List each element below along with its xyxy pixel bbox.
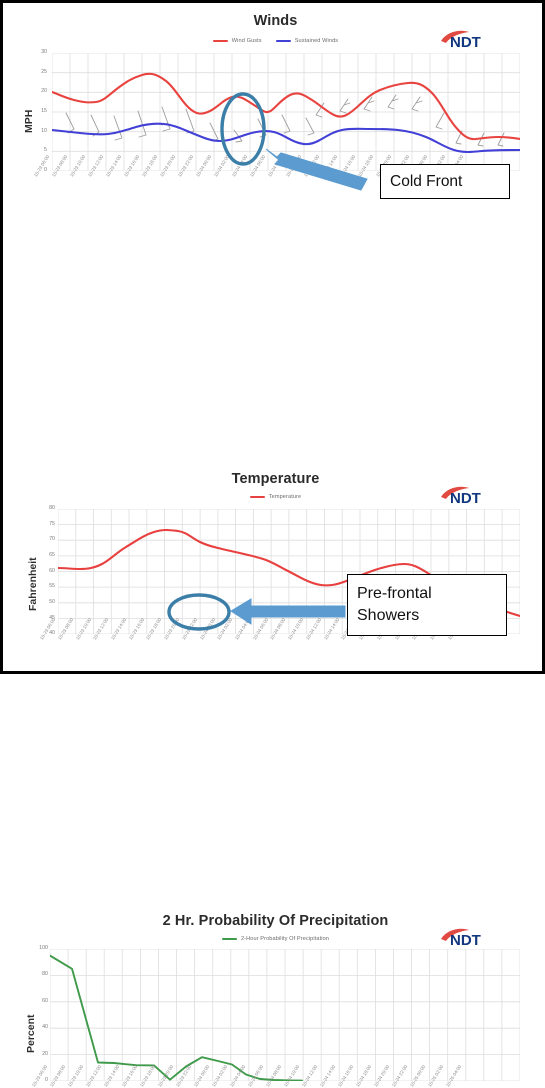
- slide-frame: Winds Wind Gusts Sustained Winds NDT MPH: [0, 0, 545, 1088]
- temperature-chart-panel: Temperature Temperature NDT Fahrenheit 8…: [3, 233, 545, 641]
- winds-ytick-25: 25: [41, 69, 47, 75]
- legend-item-sustained-winds: Sustained Winds: [275, 38, 339, 44]
- precip-xtick-0: 10-23 06:00: [31, 1064, 49, 1088]
- ndt-logo-precipitation: NDT: [441, 928, 481, 949]
- svg-text:NDT: NDT: [450, 34, 481, 51]
- ndt-logo-winds: NDT: [441, 30, 481, 51]
- legend-swatch-sustained-winds: [275, 39, 291, 43]
- legend-label-sustained-winds: Sustained Winds: [294, 38, 339, 44]
- precip-ytick-20: 20: [42, 1051, 48, 1057]
- precip-ytick-60: 60: [42, 998, 48, 1004]
- pre-frontal-showers-annotation-line-2: Showers: [357, 607, 420, 624]
- winds-plot-area: [52, 53, 520, 171]
- pre-frontal-showers-annotation-line-1: Pre-frontal: [357, 585, 432, 603]
- winds-chart-title: Winds: [253, 13, 298, 29]
- svg-text:NDT: NDT: [450, 932, 481, 949]
- legend-swatch-wind-gusts: [212, 39, 228, 43]
- winds-xtick-0: 10-23 06:00: [33, 154, 51, 178]
- legend-label-wind-gusts: Wind Gusts: [231, 38, 262, 44]
- legend-item-wind-gusts: Wind Gusts: [212, 38, 262, 44]
- winds-ytick-30: 30: [41, 49, 47, 55]
- precip-ytick-100: 100: [39, 945, 48, 951]
- precipitation-chart-panel: 2 Hr. Probability Of Precipitation 2-Hou…: [3, 455, 545, 1088]
- precipitation-plot-area: [50, 949, 520, 1081]
- cold-front-annotation-text: Cold Front: [390, 172, 463, 190]
- winds-ytick-15: 15: [41, 108, 47, 114]
- precipitation-y-axis-title: Percent: [25, 1014, 37, 1053]
- cold-front-annotation-box: Cold Front: [380, 164, 510, 199]
- winds-ytick-20: 20: [41, 88, 47, 94]
- legend-item-precipitation: 2-Hour Probability Of Precipitation: [221, 936, 330, 942]
- legend-swatch-precipitation: [221, 937, 237, 941]
- winds-ytick-10: 10: [41, 128, 47, 134]
- precip-ytick-40: 40: [42, 1024, 48, 1030]
- precip-ytick-80: 80: [42, 971, 48, 977]
- legend-label-precipitation: 2-Hour Probability Of Precipitation: [240, 936, 330, 942]
- pre-frontal-showers-annotation-box: Pre-frontal Showers: [347, 574, 507, 636]
- winds-ytick-5: 5: [44, 147, 47, 153]
